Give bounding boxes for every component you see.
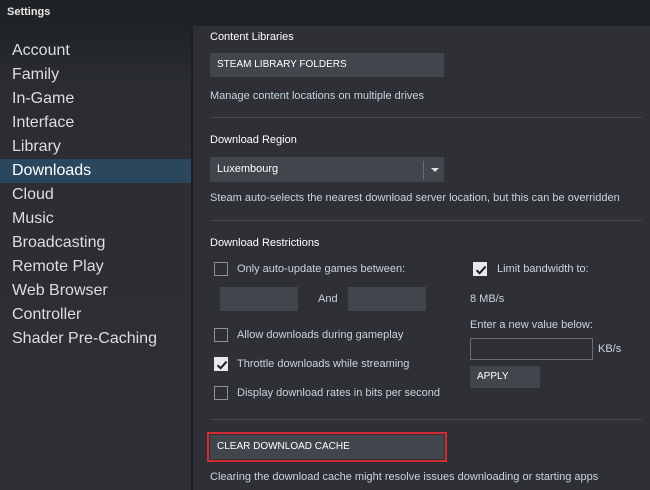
- sidebar-item-family[interactable]: Family: [0, 63, 191, 87]
- sidebar: Account Family In-Game Interface Library…: [0, 26, 191, 490]
- dropdown-separator: [423, 161, 424, 179]
- sidebar-item-remote-play[interactable]: Remote Play: [0, 255, 191, 279]
- limit-bandwidth-label: Limit bandwidth to:: [497, 263, 589, 275]
- download-region-title: Download Region: [210, 134, 297, 146]
- content-libraries-title: Content Libraries: [210, 31, 294, 43]
- bits-per-second-checkbox[interactable]: [214, 386, 228, 400]
- bits-per-second-label: Display download rates in bits per secon…: [237, 387, 441, 399]
- section-divider: [210, 419, 642, 420]
- bandwidth-value-input[interactable]: [470, 338, 593, 360]
- content-libraries-description: Manage content locations on multiple dri…: [210, 90, 425, 102]
- clear-download-cache-button[interactable]: CLEAR DOWNLOAD CACHE: [210, 435, 444, 459]
- section-divider: [210, 117, 642, 118]
- kbs-unit-label: KB/s: [598, 343, 622, 355]
- auto-update-start-time[interactable]: [220, 287, 298, 311]
- checkmark-icon: [216, 360, 228, 370]
- auto-update-end-time[interactable]: [348, 287, 426, 311]
- allow-during-gameplay-label: Allow downloads during gameplay: [237, 329, 404, 341]
- apply-button[interactable]: APPLY: [470, 366, 540, 388]
- new-value-label: Enter a new value below:: [470, 319, 593, 331]
- sidebar-list: Account Family In-Game Interface Library…: [0, 39, 191, 351]
- cache-description: Clearing the download cache might resolv…: [210, 471, 599, 483]
- sidebar-item-controller[interactable]: Controller: [0, 303, 191, 327]
- sidebar-item-web-browser[interactable]: Web Browser: [0, 279, 191, 303]
- checkmark-icon: [475, 265, 487, 275]
- settings-content: Content Libraries STEAM LIBRARY FOLDERS …: [193, 26, 650, 490]
- current-bandwidth-limit: 8 MB/s: [470, 293, 505, 305]
- sidebar-item-music[interactable]: Music: [0, 207, 191, 231]
- allow-during-gameplay-checkbox[interactable]: [214, 328, 228, 342]
- sidebar-item-broadcasting[interactable]: Broadcasting: [0, 231, 191, 255]
- auto-update-checkbox[interactable]: [214, 262, 228, 276]
- throttle-streaming-checkbox[interactable]: [214, 357, 228, 371]
- section-divider: [210, 220, 642, 221]
- limit-bandwidth-checkbox[interactable]: [473, 262, 487, 276]
- auto-update-label: Only auto-update games between:: [237, 263, 406, 275]
- chevron-down-icon: [429, 161, 441, 179]
- sidebar-item-in-game[interactable]: In-Game: [0, 87, 191, 111]
- sidebar-item-library[interactable]: Library: [0, 135, 191, 159]
- steam-library-folders-button[interactable]: STEAM LIBRARY FOLDERS: [210, 53, 444, 77]
- window-title: Settings: [7, 6, 51, 18]
- sidebar-item-cloud[interactable]: Cloud: [0, 183, 191, 207]
- throttle-streaming-label: Throttle downloads while streaming: [237, 358, 410, 370]
- sidebar-item-downloads[interactable]: Downloads: [0, 159, 191, 183]
- download-region-dropdown[interactable]: Luxembourg: [210, 157, 444, 182]
- download-region-value: Luxembourg: [217, 163, 279, 175]
- download-region-description: Steam auto-selects the nearest download …: [210, 192, 620, 204]
- sidebar-item-interface[interactable]: Interface: [0, 111, 191, 135]
- title-bar: Settings: [0, 0, 650, 26]
- and-label: And: [318, 293, 338, 305]
- sidebar-item-shader-pre-caching[interactable]: Shader Pre-Caching: [0, 327, 191, 351]
- sidebar-item-account[interactable]: Account: [0, 39, 191, 63]
- download-restrictions-title: Download Restrictions: [210, 237, 320, 249]
